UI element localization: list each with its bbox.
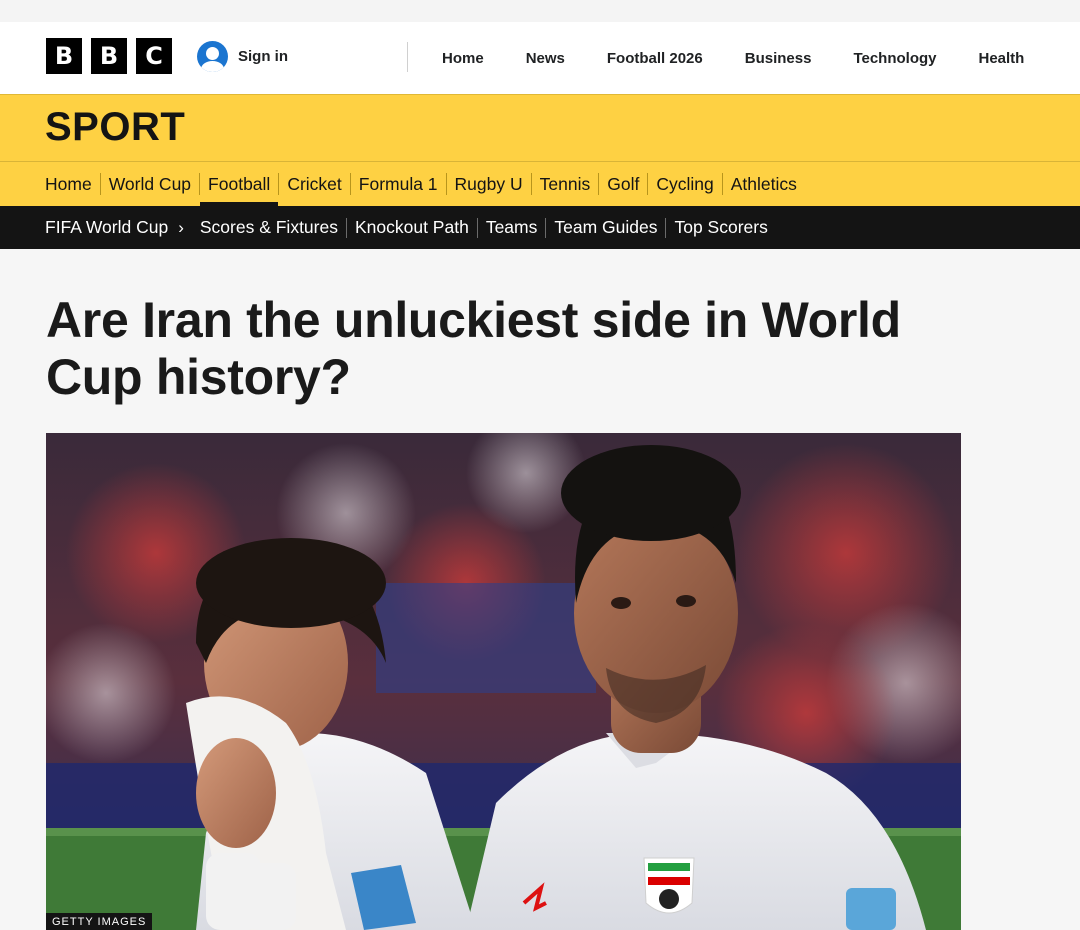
- nav-technology[interactable]: Technology: [832, 50, 957, 67]
- sport-banner: SPORT: [0, 94, 1080, 162]
- sport-nav-world-cup[interactable]: World Cup: [101, 162, 199, 206]
- subnav-top-scorers[interactable]: Top Scorers: [666, 217, 775, 238]
- chevron-right-icon: ›: [178, 217, 184, 237]
- sport-nav-golf[interactable]: Golf: [599, 162, 647, 206]
- sport-nav-formula-1[interactable]: Formula 1: [351, 162, 446, 206]
- article-hero-image: GETTY IMAGES: [46, 433, 961, 930]
- sport-title[interactable]: SPORT: [45, 105, 185, 150]
- nav-home[interactable]: Home: [421, 50, 505, 67]
- subnav-scores-fixtures[interactable]: Scores & Fixtures: [192, 217, 346, 238]
- main-navigation: Home News Football 2026 Business Technol…: [421, 22, 1045, 94]
- sport-nav-cycling[interactable]: Cycling: [648, 162, 721, 206]
- subnav-teams[interactable]: Teams: [478, 217, 546, 238]
- bbc-logo-letter: C: [136, 38, 172, 74]
- bbc-logo-letter: B: [46, 38, 82, 74]
- top-strip: [0, 0, 1080, 22]
- photo-of-iran-players-icon: [46, 433, 961, 930]
- bbc-logo[interactable]: B B C: [46, 38, 172, 74]
- sign-in-button[interactable]: Sign in: [197, 41, 288, 72]
- world-cup-subnavigation: FIFA World Cup › Scores & Fixtures Knock…: [0, 206, 1080, 249]
- sign-in-label: Sign in: [238, 48, 288, 65]
- subnav-fifa-world-cup[interactable]: FIFA World Cup: [45, 217, 176, 238]
- user-account-icon: [197, 41, 228, 72]
- sport-navigation: Home World Cup Football Cricket Formula …: [0, 162, 1080, 206]
- bbc-masthead: B B C Sign in Home News Football 2026 Bu…: [0, 22, 1080, 94]
- sport-nav-home[interactable]: Home: [45, 162, 100, 206]
- article-headline: Are Iran the unluckiest side in World Cu…: [46, 292, 901, 405]
- nav-business[interactable]: Business: [724, 50, 833, 67]
- nav-divider: [407, 42, 408, 72]
- nav-health[interactable]: Health: [958, 50, 1046, 67]
- nav-news[interactable]: News: [505, 50, 586, 67]
- sport-nav-cricket[interactable]: Cricket: [279, 162, 349, 206]
- sport-nav-rugby-union[interactable]: Rugby U: [447, 162, 531, 206]
- image-credit: GETTY IMAGES: [46, 913, 153, 930]
- sport-nav-athletics[interactable]: Athletics: [723, 162, 805, 206]
- bbc-logo-letter: B: [91, 38, 127, 74]
- subnav-knockout-path[interactable]: Knockout Path: [347, 217, 477, 238]
- sport-nav-tennis[interactable]: Tennis: [532, 162, 599, 206]
- sport-nav-football[interactable]: Football: [200, 162, 279, 206]
- nav-football-2026[interactable]: Football 2026: [586, 50, 724, 67]
- subnav-team-guides[interactable]: Team Guides: [546, 217, 665, 238]
